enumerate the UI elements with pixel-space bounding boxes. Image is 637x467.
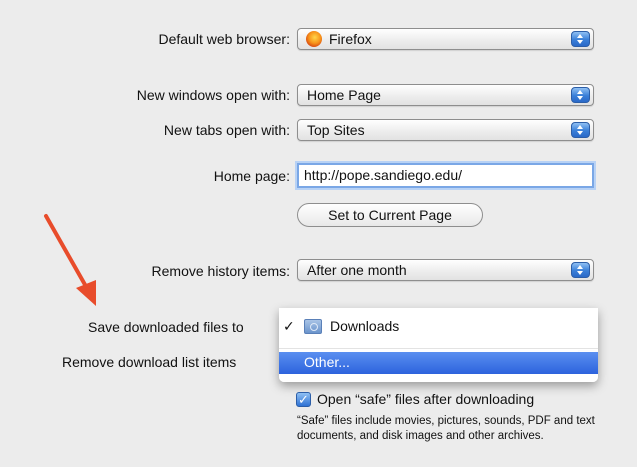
menu-item-label: Downloads	[330, 318, 400, 334]
new-windows-label: New windows open with:	[136, 87, 290, 103]
popup-stepper-icon	[571, 122, 590, 138]
popup-stepper-icon	[571, 262, 590, 278]
default-browser-popup[interactable]: Firefox	[297, 28, 594, 50]
popup-stepper-icon	[571, 31, 590, 47]
save-downloads-menu: ✓ Downloads Other...	[279, 308, 598, 382]
menu-item-label: Other...	[304, 354, 350, 370]
new-windows-value: Home Page	[307, 87, 381, 103]
menu-separator	[279, 348, 598, 349]
remove-download-list-label: Remove download list items	[62, 354, 237, 370]
set-current-page-button[interactable]: Set to Current Page	[297, 203, 483, 227]
menu-item-other[interactable]: Other...	[279, 352, 598, 374]
home-page-field[interactable]: http://pope.sandiego.edu/	[297, 163, 594, 188]
new-windows-popup[interactable]: Home Page	[297, 84, 594, 106]
open-safe-files-label[interactable]: Open “safe” files after downloading	[317, 391, 534, 407]
remove-history-label: Remove history items:	[151, 263, 290, 279]
remove-history-popup[interactable]: After one month	[297, 259, 594, 281]
checkmark-icon: ✓	[283, 318, 295, 334]
menu-item-downloads[interactable]: ✓ Downloads	[279, 317, 598, 337]
folder-icon	[304, 319, 322, 334]
new-tabs-label: New tabs open with:	[163, 122, 290, 138]
popup-stepper-icon	[571, 87, 590, 103]
default-browser-label: Default web browser:	[158, 31, 290, 47]
open-safe-files-checkbox[interactable]: ✓	[296, 392, 311, 407]
safe-files-note: “Safe” files include movies, pictures, s…	[297, 415, 595, 442]
red-arrow-icon	[44, 214, 96, 306]
remove-history-value: After one month	[307, 262, 407, 278]
firefox-icon	[306, 31, 322, 47]
home-page-label: Home page:	[213, 168, 290, 184]
save-downloads-label: Save downloaded files to	[88, 319, 244, 335]
new-tabs-popup[interactable]: Top Sites	[297, 119, 594, 141]
new-tabs-value: Top Sites	[307, 122, 365, 138]
default-browser-value: Firefox	[329, 31, 372, 47]
